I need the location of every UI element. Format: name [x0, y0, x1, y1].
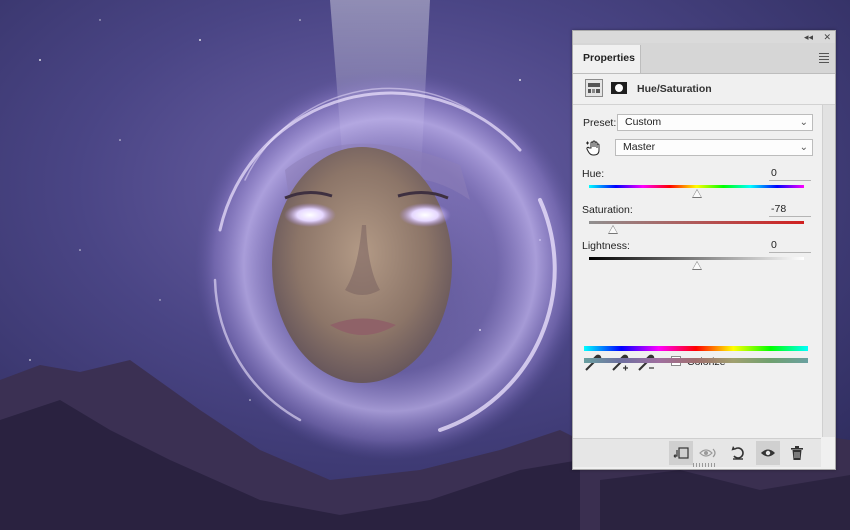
clip-to-layer-icon[interactable]: [669, 441, 693, 465]
hue-slider-thumb[interactable]: [691, 189, 702, 198]
hue-slider-track[interactable]: [589, 185, 804, 188]
preset-value: Custom: [625, 116, 662, 128]
tab-properties[interactable]: Properties: [573, 45, 641, 73]
panel-resize-grip[interactable]: [693, 463, 715, 467]
panel-menu-icon[interactable]: [819, 53, 829, 65]
mask-icon[interactable]: [610, 79, 628, 97]
chevron-down-icon: ⌄: [799, 117, 808, 128]
lightness-value-field[interactable]: 0: [769, 239, 811, 253]
hue-value-field[interactable]: 0: [769, 167, 811, 181]
eyedropper-add-icon[interactable]: [610, 353, 630, 373]
collapse-icon[interactable]: ◂◂: [804, 31, 813, 43]
adjustment-header: Hue/Saturation: [573, 74, 835, 105]
panel-scrollbar[interactable]: [822, 105, 835, 437]
adjustment-layer-icon[interactable]: [585, 79, 603, 97]
input-color-bar: [584, 346, 808, 351]
eyedropper-subtract-icon[interactable]: [636, 353, 656, 373]
eyedropper-icon[interactable]: [583, 353, 603, 373]
saturation-label: Saturation:: [582, 204, 633, 216]
preset-select[interactable]: Custom ⌄: [617, 114, 813, 131]
saturation-slider-thumb[interactable]: [607, 225, 618, 234]
close-icon[interactable]: ✕: [823, 31, 831, 43]
hue-label: Hue:: [582, 168, 605, 180]
channel-select[interactable]: Master ⌄: [615, 139, 813, 156]
channel-value: Master: [623, 141, 656, 153]
trash-icon[interactable]: [785, 441, 809, 465]
saturation-value-field[interactable]: -78: [769, 203, 811, 217]
lightness-slider-thumb[interactable]: [691, 261, 702, 270]
chevron-down-icon: ⌄: [799, 142, 808, 153]
saturation-slider-track[interactable]: [589, 221, 804, 224]
lightness-slider-track[interactable]: [589, 257, 804, 260]
panel-tabstrip: Properties: [573, 43, 835, 74]
view-previous-icon[interactable]: [697, 441, 721, 465]
hand-target-icon[interactable]: [585, 139, 603, 157]
adjustment-title: Hue/Saturation: [637, 83, 712, 95]
lightness-label: Lightness:: [582, 240, 630, 252]
preset-label: Preset:: [583, 117, 617, 129]
adjustment-controls: Preset: Custom ⌄ Master ⌄ Hue: 0 Saturat…: [573, 105, 821, 435]
eye-icon[interactable]: [756, 441, 780, 465]
properties-panel: ◂◂ ✕ Properties Hue/Saturation Preset: C…: [572, 30, 836, 470]
panel-titlebar[interactable]: ◂◂ ✕: [573, 31, 835, 43]
output-color-bar: [584, 358, 808, 363]
reset-icon[interactable]: [726, 441, 750, 465]
